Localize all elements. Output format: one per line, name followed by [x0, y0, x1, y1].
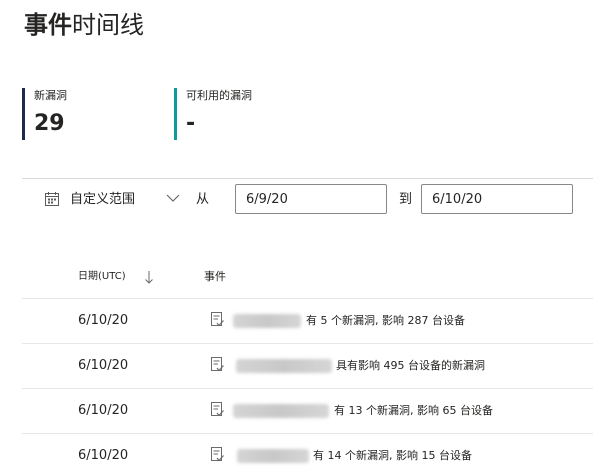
arrow-down-icon[interactable]	[144, 269, 154, 285]
event-description: 具有影响 495 台设备的新漏洞	[336, 359, 485, 372]
event-description: 有 13 个新漏洞, 影响 65 台设备	[334, 404, 493, 417]
column-header-date[interactable]: 日期(UTC)	[78, 270, 126, 284]
event-description: 有 14 个新漏洞, 影响 15 台设备	[313, 449, 472, 462]
end-date-input[interactable]	[421, 184, 573, 214]
calendar-icon[interactable]	[44, 191, 60, 207]
row-date: 6/10/20	[78, 313, 129, 328]
redacted-software-name	[237, 449, 309, 463]
row-date: 6/10/20	[78, 403, 129, 418]
row-date: 6/10/20	[78, 358, 129, 373]
column-header-event[interactable]: 事件	[204, 269, 226, 285]
event-list: 6/10/20 有 5 个新漏洞, 影响 287 台设备 6/10/20 具有影…	[22, 298, 593, 476]
page-title-bold: 事件	[24, 11, 72, 39]
page-title-rest: 时间线	[72, 11, 144, 39]
redacted-software-name	[233, 404, 329, 418]
to-label: 到	[399, 192, 413, 207]
page-title: 事件时间线	[24, 8, 144, 42]
from-label: 从	[196, 192, 210, 207]
event-timeline-page: 事件时间线 新漏洞 29 可利用的漏洞 - 自定义范围 从 到 日期(UT	[0, 0, 593, 476]
table-header: 日期(UTC) 事件	[0, 264, 593, 292]
event-report-icon	[211, 402, 224, 417]
row-date: 6/10/20	[78, 448, 129, 463]
redacted-software-name	[233, 314, 301, 328]
start-date-input[interactable]	[235, 184, 387, 214]
event-report-icon	[211, 312, 224, 327]
event-description: 有 5 个新漏洞, 影响 287 台设备	[306, 314, 465, 327]
chevron-down-icon[interactable]	[166, 193, 180, 203]
table-row[interactable]: 6/10/20 有 13 个新漏洞, 影响 65 台设备	[22, 388, 593, 433]
card-label: 新漏洞	[34, 89, 67, 102]
event-report-icon	[211, 357, 224, 372]
new-vulnerabilities-card: 新漏洞 29	[22, 88, 67, 140]
table-row[interactable]: 6/10/20 具有影响 495 台设备的新漏洞	[22, 343, 593, 388]
table-row[interactable]: 6/10/20 有 5 个新漏洞, 影响 287 台设备	[22, 298, 593, 343]
section-divider	[22, 178, 593, 179]
card-label: 可利用的漏洞	[186, 89, 252, 102]
date-filter-bar: 自定义范围 从 到	[0, 184, 593, 216]
table-row[interactable]: 6/10/20 有 14 个新漏洞, 影响 15 台设备	[22, 433, 593, 476]
date-range-dropdown[interactable]: 自定义范围	[70, 191, 135, 209]
exploitable-vulnerabilities-card: 可利用的漏洞 -	[174, 88, 252, 140]
event-report-icon	[211, 447, 224, 462]
card-value: -	[186, 111, 196, 136]
redacted-software-name	[236, 359, 332, 373]
card-value: 29	[34, 111, 65, 136]
